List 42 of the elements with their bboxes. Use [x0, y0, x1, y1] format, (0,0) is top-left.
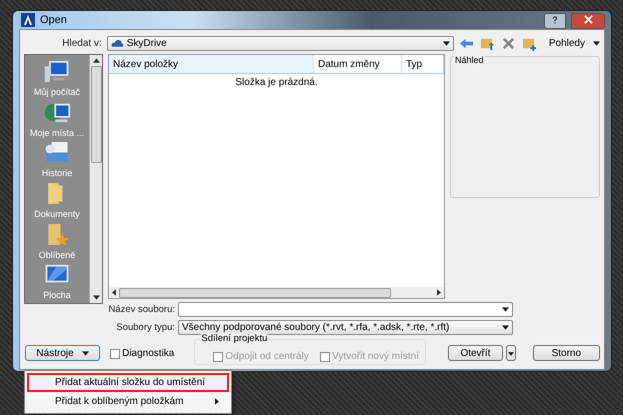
window-title: Open — [40, 14, 67, 26]
look-in-dropdown[interactable]: SkyDrive — [106, 36, 454, 50]
dropdown-caret-icon — [502, 307, 509, 312]
scroll-down-icon[interactable] — [92, 295, 100, 300]
file-name-label: Název souboru: — [107, 304, 176, 315]
views-menu-button[interactable]: Pohledy — [542, 38, 600, 48]
cancel-button[interactable]: Storno — [532, 345, 600, 361]
empty-folder-message: Složka je prázdná. — [235, 77, 318, 88]
dropdown-caret-icon — [502, 325, 509, 330]
caret-icon — [593, 40, 600, 46]
app-logo-icon — [21, 13, 35, 27]
scroll-right-icon[interactable] — [437, 289, 441, 296]
open-button[interactable]: Otevřít — [448, 345, 503, 361]
dropdown-caret-icon — [442, 40, 450, 46]
cloud-icon — [110, 38, 124, 48]
look-in-label: Hledat v: — [61, 38, 103, 48]
close-button[interactable] — [571, 13, 605, 29]
scroll-left-icon[interactable] — [112, 289, 116, 296]
submenu-arrow-icon — [215, 398, 219, 405]
scrollbar[interactable] — [89, 55, 102, 303]
column-header[interactable]: Typ — [402, 55, 444, 73]
help-icon — [551, 16, 559, 24]
worksharing-title: Sdílení projektu — [201, 333, 268, 344]
caret-icon — [82, 350, 89, 356]
scroll-up-icon[interactable] — [92, 58, 100, 63]
column-header[interactable]: Název položky — [109, 55, 314, 73]
caret-icon — [508, 352, 514, 356]
menu-item[interactable]: Přidat k oblíbeným položkám — [27, 392, 229, 411]
horizontal-scrollbar[interactable] — [109, 287, 444, 298]
diagnostics-checkbox[interactable]: Diagnostika — [110, 348, 174, 359]
tools-button[interactable]: Nástroje — [25, 345, 100, 361]
open-options-button[interactable] — [506, 345, 516, 361]
file-name-field[interactable] — [178, 302, 513, 317]
preview-label: Náhled — [454, 55, 485, 65]
column-header[interactable]: Datum změny — [314, 55, 402, 73]
file-type-dropdown[interactable]: Všechny podporované soubory (*.rvt, *.rfa, *.adsk, *.rte, *.rft) — [178, 320, 513, 335]
close-icon — [584, 15, 592, 24]
help-button[interactable] — [544, 13, 566, 29]
computer-icon — [43, 59, 71, 84]
menu-item[interactable]: Přidat aktuální složku do umístění — [27, 373, 229, 392]
file-type-label: Soubory typu: — [115, 322, 176, 333]
delete-icon[interactable] — [500, 36, 516, 50]
